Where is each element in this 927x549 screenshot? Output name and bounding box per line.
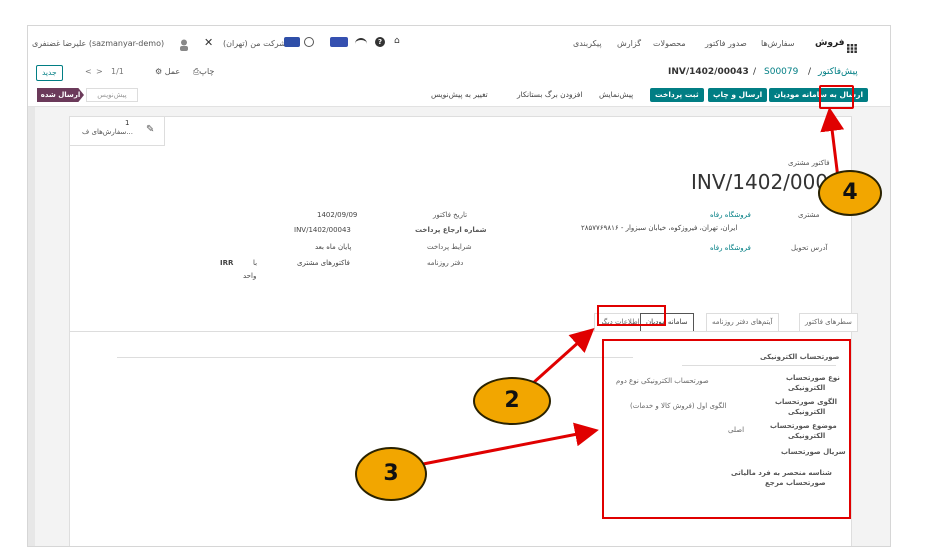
annotation-badge-2: 2 [473, 377, 551, 425]
annotation-badge-4: 4 [818, 170, 882, 216]
annotation-badge-3: 3 [355, 447, 427, 501]
annotation-arrows [417, 107, 845, 467]
